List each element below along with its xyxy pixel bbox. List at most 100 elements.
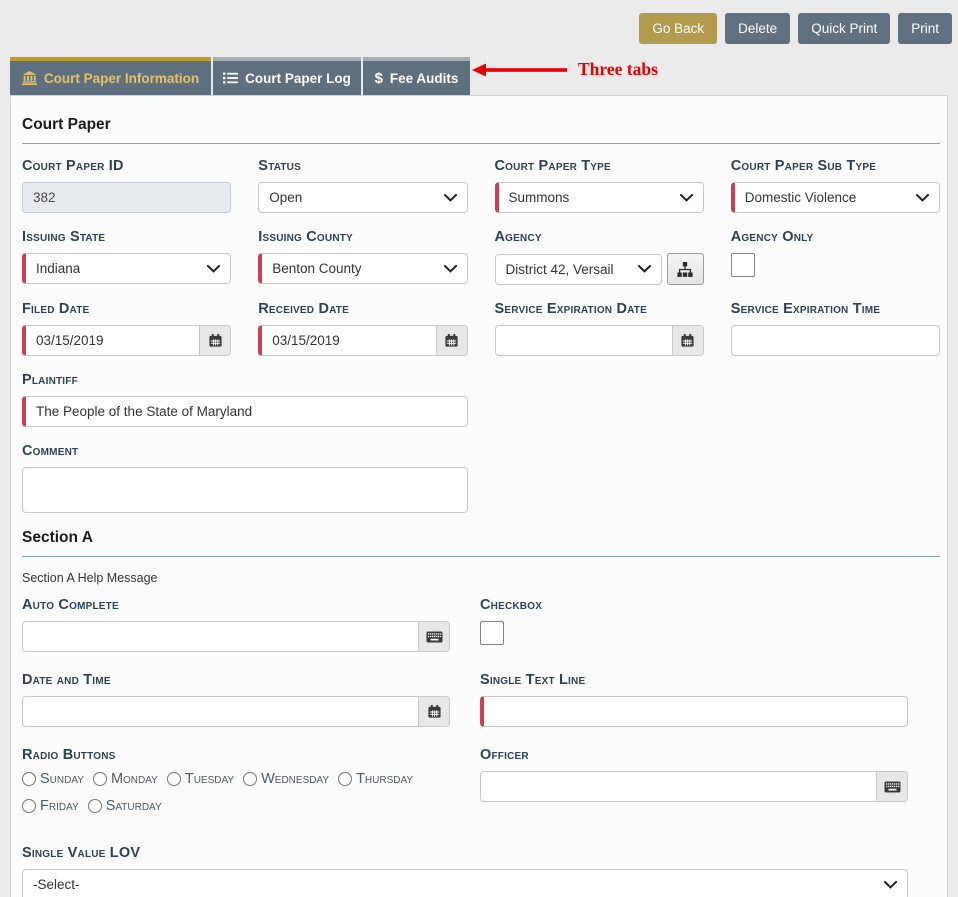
tab-label: Court Paper Log: [245, 71, 351, 86]
tab-fee-audits[interactable]: $ Fee Audits: [363, 57, 470, 95]
issuing-state-select[interactable]: Indiana: [22, 253, 231, 284]
radio-option-label: Wednesday: [261, 771, 329, 787]
tab-court-paper-log[interactable]: Court Paper Log: [213, 57, 361, 95]
field-status: Status Open: [258, 158, 467, 213]
section-a-fields: Auto Complete: [22, 597, 940, 897]
annotation-three-tabs: Three tabs: [472, 59, 658, 80]
agency-hierarchy-button[interactable]: [667, 253, 704, 285]
issuing-state-select-value: Indiana: [36, 261, 80, 276]
list-icon: [223, 72, 238, 84]
service-expiration-date-input[interactable]: [495, 325, 673, 356]
received-date-input[interactable]: [258, 325, 436, 356]
tab-label: Court Paper Information: [44, 71, 199, 86]
radio-icon: [243, 772, 257, 786]
sitemap-icon: [677, 262, 693, 277]
comment-textarea[interactable]: [22, 467, 468, 513]
agency-only-label: Agency Only: [731, 229, 940, 246]
date-and-time-label: Date and Time: [22, 672, 450, 689]
filed-date-label: Filed Date: [22, 301, 231, 318]
radio-option-saturday[interactable]: Saturday: [88, 798, 162, 814]
service-expiration-time-label: Service Expiration Time: [731, 301, 940, 318]
quick-print-button[interactable]: Quick Print: [798, 13, 890, 44]
auto-complete-label: Auto Complete: [22, 597, 450, 614]
officer-keyboard-button[interactable]: [877, 771, 908, 802]
date-and-time-input[interactable]: [22, 696, 419, 727]
radio-option-sunday[interactable]: Sunday: [22, 771, 84, 787]
radio-option-friday[interactable]: Friday: [22, 798, 79, 814]
radio-option-monday[interactable]: Monday: [93, 771, 158, 787]
chevron-down-icon: [444, 265, 457, 273]
service-expiration-date-calendar-button[interactable]: [673, 325, 704, 356]
radio-option-wednesday[interactable]: Wednesday: [243, 771, 329, 787]
field-court-paper-id: Court Paper ID: [22, 158, 231, 213]
print-button[interactable]: Print: [898, 13, 952, 44]
radio-option-label: Thursday: [356, 771, 413, 787]
filed-date-calendar-button[interactable]: [200, 325, 231, 356]
bank-icon: [22, 71, 37, 85]
agency-only-checkbox[interactable]: [731, 253, 755, 277]
chevron-down-icon: [638, 265, 651, 273]
court-paper-type-select-value: Summons: [509, 190, 570, 205]
radio-icon: [22, 799, 36, 813]
filed-date-input[interactable]: [22, 325, 200, 356]
radio-icon: [167, 772, 181, 786]
section-a-help-message: Section A Help Message: [22, 571, 940, 585]
toolbar: Go Back Delete Quick Print Print: [639, 13, 952, 44]
single-value-lov-label: Single Value LOV: [22, 845, 908, 862]
auto-complete-input[interactable]: [22, 621, 419, 652]
officer-input[interactable]: [480, 771, 877, 802]
field-radio-buttons: Radio Buttons Sunday Monday Tuesday Wedn…: [22, 747, 450, 825]
section-a-checkbox[interactable]: [480, 621, 504, 645]
annotation-text: Three tabs: [578, 59, 658, 80]
service-expiration-date-label: Service Expiration Date: [495, 301, 704, 318]
chevron-down-icon: [444, 194, 457, 202]
radio-option-label: Sunday: [40, 771, 84, 787]
calendar-icon: [444, 333, 459, 348]
court-paper-fields: Court Paper ID Status Open Court Paper T…: [22, 158, 940, 513]
court-paper-type-select[interactable]: Summons: [495, 182, 704, 213]
radio-icon: [88, 799, 102, 813]
field-single-text-line: Single Text Line: [480, 672, 908, 727]
agency-select[interactable]: District 42, Versail: [495, 254, 662, 285]
status-select-value: Open: [269, 190, 302, 205]
field-plaintiff: Plaintiff: [22, 372, 468, 427]
go-back-button[interactable]: Go Back: [639, 13, 717, 44]
court-paper-sub-type-select[interactable]: Domestic Violence: [731, 182, 940, 213]
auto-complete-keyboard-button[interactable]: [419, 621, 450, 652]
field-court-paper-sub-type: Court Paper Sub Type Domestic Violence: [731, 158, 940, 213]
radio-option-label: Saturday: [106, 798, 162, 814]
tab-court-paper-information[interactable]: Court Paper Information: [10, 57, 211, 95]
plaintiff-label: Plaintiff: [22, 372, 468, 389]
chevron-down-icon: [884, 881, 897, 889]
field-service-expiration-time: Service Expiration Time: [731, 301, 940, 356]
radio-icon: [93, 772, 107, 786]
radio-option-tuesday[interactable]: Tuesday: [167, 771, 234, 787]
status-select[interactable]: Open: [258, 182, 467, 213]
tab-bar: Court Paper Information Court Paper Log …: [10, 57, 470, 95]
radio-option-label: Monday: [111, 771, 158, 787]
plaintiff-input[interactable]: [22, 396, 468, 427]
date-and-time-calendar-button[interactable]: [419, 696, 450, 727]
keyboard-icon: [884, 781, 901, 793]
received-date-calendar-button[interactable]: [437, 325, 468, 356]
single-text-line-input[interactable]: [480, 696, 908, 727]
radio-option-thursday[interactable]: Thursday: [338, 771, 413, 787]
agency-label: Agency: [495, 229, 704, 246]
single-value-lov-select[interactable]: -Select-: [22, 869, 908, 897]
issuing-state-label: Issuing State: [22, 229, 231, 246]
delete-button[interactable]: Delete: [725, 13, 790, 44]
field-officer: Officer: [480, 747, 908, 825]
service-expiration-time-input[interactable]: [731, 325, 940, 356]
field-date-and-time: Date and Time: [22, 672, 450, 727]
field-agency: Agency District 42, Versail: [495, 229, 704, 285]
comment-label: Comment: [22, 443, 468, 460]
keyboard-icon: [426, 631, 443, 643]
field-received-date: Received Date: [258, 301, 467, 356]
field-filed-date: Filed Date: [22, 301, 231, 356]
calendar-icon: [208, 333, 223, 348]
court-paper-heading: Court Paper: [22, 110, 940, 144]
field-comment: Comment: [22, 443, 468, 513]
single-text-line-label: Single Text Line: [480, 672, 908, 689]
court-paper-sub-type-select-value: Domestic Violence: [745, 190, 857, 205]
issuing-county-select[interactable]: Benton County: [258, 253, 467, 284]
